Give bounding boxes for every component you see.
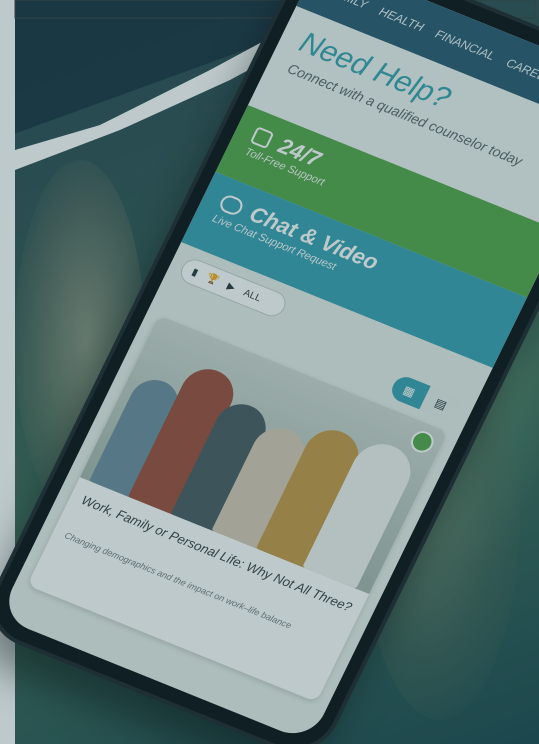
- document-icon[interactable]: ▮: [190, 266, 200, 278]
- nav-family[interactable]: FAMILY: [326, 0, 370, 12]
- video-icon[interactable]: ▶: [225, 281, 237, 294]
- nav-career[interactable]: CAREER: [504, 56, 539, 87]
- promo-image: FAMILY HEALTH FINANCIAL CAREER Need Help…: [0, 0, 539, 744]
- document-badge-icon: [407, 427, 438, 456]
- filter-all[interactable]: ALL: [242, 287, 263, 304]
- article-photo: [79, 314, 449, 595]
- nav-financial[interactable]: FINANCIAL: [433, 27, 497, 63]
- trophy-icon[interactable]: 🏆: [204, 272, 220, 287]
- nav-health[interactable]: HEALTH: [377, 4, 426, 34]
- phone-icon: [249, 126, 275, 150]
- chat-icon: [217, 192, 246, 218]
